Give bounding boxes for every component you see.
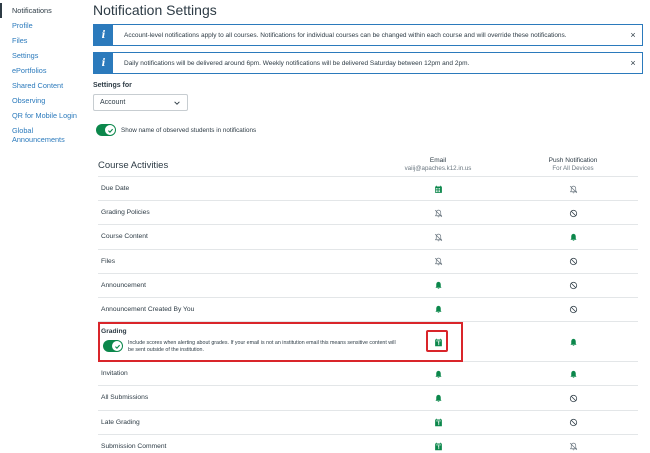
notification-table: Course Activities Email vaiij@apaches.k1… bbox=[98, 153, 638, 453]
push-setting-bell-on-icon[interactable] bbox=[567, 368, 579, 380]
push-subheader: For All Devices bbox=[552, 165, 594, 172]
activity-name: Late Grading bbox=[101, 418, 140, 426]
check-icon bbox=[107, 128, 113, 133]
settings-for-label: Settings for bbox=[93, 82, 132, 89]
activity-name: Course Content bbox=[101, 233, 148, 241]
push-setting-blocked-icon[interactable] bbox=[567, 256, 579, 268]
push-setting-blocked-icon[interactable] bbox=[567, 207, 579, 219]
email-setting-bell-on-icon[interactable] bbox=[432, 368, 444, 380]
push-setting-blocked-icon[interactable] bbox=[567, 304, 579, 316]
push-column-header: Push Notification For All Devices bbox=[503, 157, 643, 172]
table-row-grading-policies: Grading Policies bbox=[98, 201, 638, 226]
sidebar-item-global-announcements[interactable]: Global Announcements bbox=[0, 123, 70, 147]
table-row-late-grading: Late Grading bbox=[98, 411, 638, 435]
chevron-down-icon bbox=[174, 100, 180, 105]
table-row-invitation: Invitation bbox=[98, 362, 638, 387]
activity-name: Grading Policies bbox=[101, 209, 150, 217]
push-setting-bell-off-icon[interactable] bbox=[567, 441, 579, 453]
push-setting-bell-on-icon[interactable] bbox=[567, 231, 579, 243]
email-column-header: Email vaiij@apaches.k12.in.us bbox=[368, 157, 508, 172]
check-icon bbox=[114, 344, 120, 349]
push-setting-blocked-icon[interactable] bbox=[567, 417, 579, 429]
sidebar-item-profile[interactable]: Profile bbox=[0, 18, 80, 33]
close-icon[interactable]: × bbox=[624, 30, 642, 40]
info-alert-delivery-times: i Daily notifications will be delivered … bbox=[93, 52, 643, 74]
sidebar-item-observing[interactable]: Observing bbox=[0, 93, 80, 108]
activity-name: Files bbox=[101, 257, 116, 265]
table-row-files: Files bbox=[98, 250, 638, 274]
sidebar-item-settings[interactable]: Settings bbox=[0, 48, 80, 63]
table-row-announcement: Announcement bbox=[98, 274, 638, 298]
alert-message: Daily notifications will be delivered ar… bbox=[124, 59, 470, 67]
course-activities-heading: Course Activities bbox=[98, 160, 169, 171]
push-setting-bell-off-icon[interactable] bbox=[567, 183, 579, 195]
push-setting-blocked-icon[interactable] bbox=[567, 392, 579, 404]
page-title: Notification Settings bbox=[93, 2, 217, 18]
observed-names-label: Show name of observed students in notifi… bbox=[121, 126, 257, 134]
email-setting-calendar-daily-icon[interactable] bbox=[432, 441, 444, 453]
sidebar-item-shared-content[interactable]: Shared Content bbox=[0, 78, 80, 93]
sidebar-item-files[interactable]: Files bbox=[0, 33, 80, 48]
push-header: Push Notification bbox=[548, 157, 598, 164]
email-setting-bell-on-icon[interactable] bbox=[432, 280, 444, 292]
activity-name: Announcement bbox=[101, 281, 146, 289]
sidebar-item-notifications[interactable]: Notifications bbox=[0, 3, 80, 18]
table-row-due-date: Due Date bbox=[98, 177, 638, 202]
email-setting-bell-off-icon[interactable] bbox=[432, 256, 444, 268]
email-setting-bell-off-icon[interactable] bbox=[432, 207, 444, 219]
email-header: Email bbox=[429, 157, 447, 164]
settings-for-select[interactable]: Account bbox=[93, 94, 188, 111]
info-alert-account-level: i Account-level notifications apply to a… bbox=[93, 24, 643, 46]
email-setting-calendar-weekly-icon[interactable] bbox=[432, 183, 444, 195]
settings-for-value: Account bbox=[100, 99, 126, 106]
table-row-grading: Grading Include scores when alerting abou… bbox=[98, 322, 638, 363]
email-setting-bell-on-icon[interactable] bbox=[432, 304, 444, 316]
table-header: Course Activities Email vaiij@apaches.k1… bbox=[98, 153, 638, 177]
table-row-submission-comment: Submission Comment bbox=[98, 435, 638, 453]
activity-name: All Submissions bbox=[101, 394, 149, 402]
email-setting-calendar-daily-icon[interactable] bbox=[432, 336, 444, 348]
table-row-course-content: Course Content bbox=[98, 225, 638, 250]
account-sidebar: Notifications Profile Files Settings ePo… bbox=[0, 0, 80, 453]
email-setting-bell-off-icon[interactable] bbox=[432, 231, 444, 243]
sidebar-item-qr-mobile-login[interactable]: QR for Mobile Login bbox=[0, 108, 80, 123]
observed-names-option: Show name of observed students in notifi… bbox=[96, 124, 256, 136]
table-row-all-submissions: All Submissions bbox=[98, 386, 638, 411]
sidebar-item-eportfolios[interactable]: ePortfolios bbox=[0, 63, 80, 78]
email-address: vaiij@apaches.k12.in.us bbox=[404, 165, 472, 172]
grading-scores-option: Include scores when alerting about grade… bbox=[103, 340, 398, 354]
email-setting-bell-on-icon[interactable] bbox=[432, 392, 444, 404]
activity-name: Due Date bbox=[101, 185, 130, 192]
include-scores-label: Include scores when alerting about grade… bbox=[128, 340, 396, 354]
activity-name: Invitation bbox=[101, 370, 128, 378]
include-scores-toggle[interactable] bbox=[103, 340, 123, 353]
info-icon: i bbox=[94, 25, 113, 45]
info-icon: i bbox=[94, 53, 113, 73]
observed-names-toggle[interactable] bbox=[96, 124, 116, 136]
push-setting-bell-on-icon[interactable] bbox=[567, 336, 579, 348]
table-row-announcement-created-by-you: Announcement Created By You bbox=[98, 298, 638, 323]
email-setting-calendar-daily-icon[interactable] bbox=[432, 417, 444, 429]
activity-name: Submission Comment bbox=[101, 442, 167, 450]
activity-name: Announcement Created By You bbox=[101, 305, 195, 313]
activity-name: Grading bbox=[101, 328, 127, 336]
alert-message: Account-level notifications apply to all… bbox=[124, 31, 567, 39]
close-icon[interactable]: × bbox=[624, 58, 642, 68]
push-setting-blocked-icon[interactable] bbox=[567, 280, 579, 292]
